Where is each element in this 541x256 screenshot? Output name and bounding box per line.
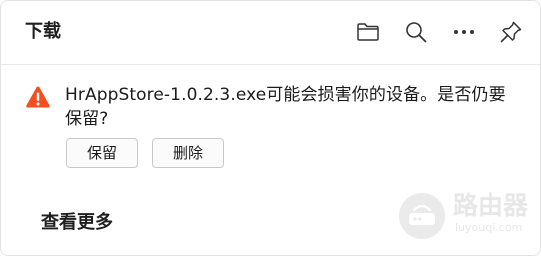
downloads-panel: 下载 HrAppStore-1.0.2.3.exe可能会损害你的设备。是否仍要保… (0, 0, 541, 256)
warning-icon (26, 86, 50, 108)
search-icon (406, 22, 427, 43)
watermark: 路由器 luyouqi.com (399, 191, 533, 241)
watermark-logo-icon (399, 193, 445, 239)
more-icon (454, 30, 474, 34)
panel-title: 下载 (25, 21, 61, 42)
watermark-text: 路由器 (453, 191, 529, 220)
open-folder-button[interactable] (355, 19, 381, 45)
folder-icon (357, 23, 379, 41)
delete-button[interactable]: 删除 (152, 138, 224, 168)
watermark-subtext: luyouqi.com (455, 221, 523, 234)
panel-header: 下载 (1, 1, 540, 65)
pin-panel-button[interactable] (498, 19, 524, 45)
pin-icon (500, 21, 522, 43)
more-options-button[interactable] (451, 19, 477, 45)
see-more-link[interactable]: 查看更多 (41, 211, 113, 235)
keep-button[interactable]: 保留 (66, 138, 138, 168)
search-downloads-button[interactable] (403, 19, 429, 45)
download-warning-message: HrAppStore-1.0.2.3.exe可能会损害你的设备。是否仍要保留? (65, 85, 506, 129)
